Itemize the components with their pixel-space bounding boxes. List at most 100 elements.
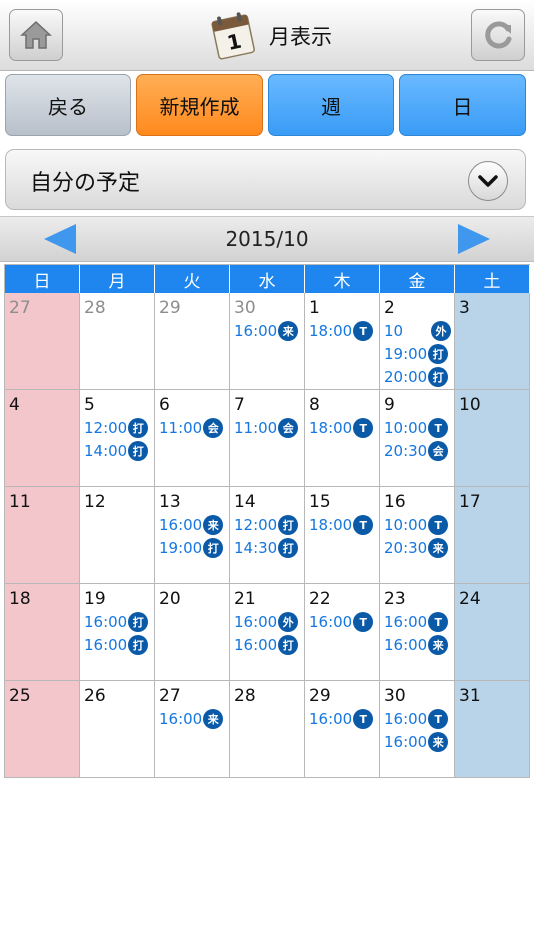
day-cell[interactable]: 10 — [455, 390, 530, 487]
day-cell[interactable]: 1 18:00 T — [305, 293, 380, 390]
event-time: 16:00 — [384, 636, 428, 654]
day-number: 29 — [159, 298, 181, 318]
event-item[interactable]: 12:00 打 — [84, 418, 149, 438]
day-number: 5 — [84, 395, 95, 415]
event-item[interactable]: 11:00 会 — [159, 418, 224, 438]
day-cell[interactable]: 28 — [230, 681, 305, 778]
next-month-arrow-icon[interactable] — [456, 222, 492, 256]
day-cell[interactable]: 30 16:00 T 16:00 来 — [380, 681, 455, 778]
event-item[interactable]: 16:00 T — [384, 612, 449, 632]
day-cell[interactable]: 27 — [5, 293, 80, 390]
event-item[interactable]: 19:00 打 — [384, 344, 449, 364]
event-time: 16:00 — [159, 516, 203, 534]
week-view-button[interactable]: 週 — [268, 74, 394, 136]
day-cell[interactable]: 2 10 外 19:00 打 20:00 打 — [380, 293, 455, 390]
day-cell[interactable]: 11 — [5, 487, 80, 584]
event-item[interactable]: 20:00 打 — [384, 367, 449, 387]
day-view-button[interactable]: 日 — [399, 74, 526, 136]
event-item[interactable]: 11:00 会 — [234, 418, 299, 438]
day-cell[interactable]: 24 — [455, 584, 530, 681]
reload-icon — [485, 21, 512, 49]
event-type-badge: 外 — [278, 612, 299, 632]
day-cell[interactable]: 5 12:00 打 14:00 打 — [80, 390, 155, 487]
event-item[interactable]: 20:30 来 — [384, 538, 449, 558]
day-cell[interactable]: 4 — [5, 390, 80, 487]
event-item[interactable]: 16:00 来 — [234, 321, 299, 341]
day-number: 28 — [234, 686, 256, 706]
day-number: 28 — [84, 298, 106, 318]
event-item[interactable]: 16:00 来 — [384, 732, 449, 752]
day-number: 11 — [9, 492, 31, 512]
day-number: 23 — [384, 589, 406, 609]
event-item[interactable]: 16:00 T — [309, 709, 374, 729]
day-cell[interactable]: 8 18:00 T — [305, 390, 380, 487]
day-cell[interactable]: 15 18:00 T — [305, 487, 380, 584]
event-item[interactable]: 16:00 打 — [234, 635, 299, 655]
day-cell[interactable]: 17 — [455, 487, 530, 584]
day-cell[interactable]: 19 16:00 打 16:00 打 — [80, 584, 155, 681]
event-item[interactable]: 18:00 T — [309, 418, 374, 438]
day-cell[interactable]: 7 11:00 会 — [230, 390, 305, 487]
day-cell[interactable]: 30 16:00 来 — [230, 293, 305, 390]
day-cell[interactable]: 9 10:00 T 20:30 会 — [380, 390, 455, 487]
event-type-badge: 来 — [428, 538, 449, 558]
day-cell[interactable]: 12 — [80, 487, 155, 584]
event-item[interactable]: 12:00 打 — [234, 515, 299, 535]
day-cell[interactable]: 14 12:00 打 14:30 打 — [230, 487, 305, 584]
event-type-badge: T — [353, 709, 374, 729]
event-item[interactable]: 16:00 打 — [84, 612, 149, 632]
reload-button[interactable] — [471, 9, 525, 61]
day-number: 24 — [459, 589, 481, 609]
event-item[interactable]: 16:00 T — [384, 709, 449, 729]
event-item[interactable]: 16:00 来 — [159, 515, 224, 535]
day-number: 10 — [459, 395, 481, 415]
day-cell[interactable]: 16 10:00 T 20:30 来 — [380, 487, 455, 584]
event-type-badge: 打 — [128, 612, 149, 632]
event-type-badge: T — [428, 515, 449, 535]
event-item[interactable]: 14:00 打 — [84, 441, 149, 461]
day-cell[interactable]: 25 — [5, 681, 80, 778]
month-bar: 2015/10 — [0, 216, 534, 262]
new-button[interactable]: 新規作成 — [136, 74, 263, 136]
day-cell[interactable]: 27 16:00 来 — [155, 681, 230, 778]
event-item[interactable]: 16:00 来 — [384, 635, 449, 655]
day-cell[interactable]: 3 — [455, 293, 530, 390]
event-item[interactable]: 18:00 T — [309, 321, 374, 341]
day-number: 22 — [309, 589, 331, 609]
schedule-selector[interactable]: 自分の予定 — [5, 149, 526, 210]
day-cell[interactable]: 21 16:00 外 16:00 打 — [230, 584, 305, 681]
day-cell[interactable]: 29 — [155, 293, 230, 390]
event-type-badge: 会 — [278, 418, 299, 438]
event-item[interactable]: 10:00 T — [384, 418, 449, 438]
event-item[interactable]: 16:00 来 — [159, 709, 224, 729]
day-cell[interactable]: 26 — [80, 681, 155, 778]
day-cell[interactable]: 28 — [80, 293, 155, 390]
event-item[interactable]: 18:00 T — [309, 515, 374, 535]
day-cell[interactable]: 31 — [455, 681, 530, 778]
home-icon — [20, 20, 52, 49]
day-cell[interactable]: 13 16:00 来 19:00 打 — [155, 487, 230, 584]
event-type-badge: T — [353, 418, 374, 438]
event-item[interactable]: 10:00 T — [384, 515, 449, 535]
event-time: 16:00 — [309, 613, 353, 631]
event-item[interactable]: 19:00 打 — [159, 538, 224, 558]
day-cell[interactable]: 22 16:00 T — [305, 584, 380, 681]
home-button[interactable] — [9, 9, 63, 61]
event-item[interactable]: 10 外 — [384, 321, 451, 341]
event-item[interactable]: 16:00 打 — [84, 635, 149, 655]
day-cell[interactable]: 18 — [5, 584, 80, 681]
event-item[interactable]: 16:00 外 — [234, 612, 299, 632]
event-type-badge: 打 — [278, 538, 299, 558]
event-item[interactable]: 20:30 会 — [384, 441, 449, 461]
dropdown-button[interactable] — [468, 161, 508, 201]
day-cell[interactable]: 29 16:00 T — [305, 681, 380, 778]
event-time: 19:00 — [159, 539, 203, 557]
event-item[interactable]: 14:30 打 — [234, 538, 299, 558]
event-item[interactable]: 16:00 T — [309, 612, 374, 632]
event-type-badge: 会 — [428, 441, 449, 461]
day-cell[interactable]: 6 11:00 会 — [155, 390, 230, 487]
day-cell[interactable]: 23 16:00 T 16:00 来 — [380, 584, 455, 681]
event-type-badge: 打 — [203, 538, 224, 558]
day-cell[interactable]: 20 — [155, 584, 230, 681]
back-button[interactable]: 戻る — [5, 74, 131, 136]
